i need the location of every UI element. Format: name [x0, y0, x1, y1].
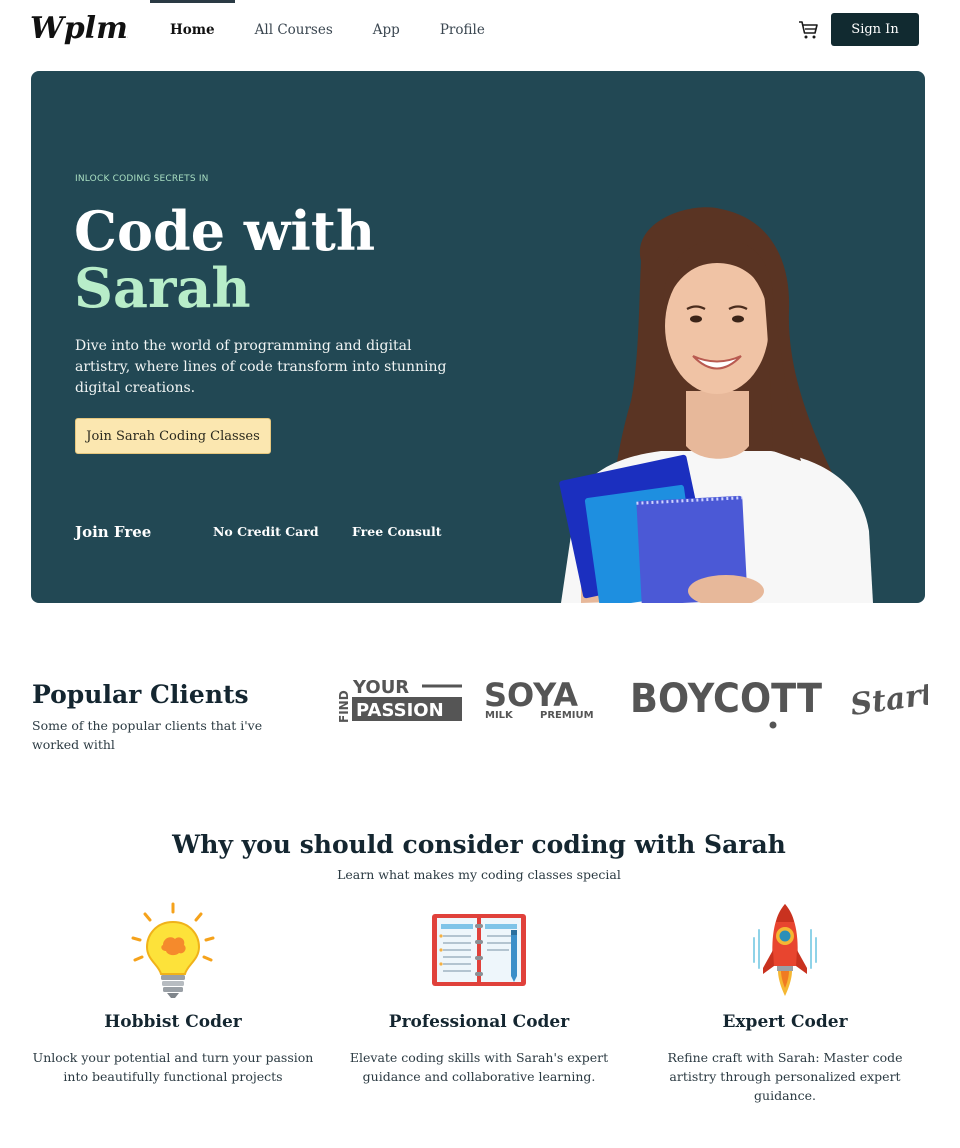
cart-icon[interactable] — [798, 20, 820, 40]
nav-profile[interactable]: Profile — [420, 0, 505, 60]
svg-text:PREMIUM: PREMIUM — [540, 710, 594, 721]
sign-in-button[interactable]: Sign In — [831, 13, 919, 46]
rocket-icon — [753, 904, 817, 996]
why-title: Why you should consider coding with Sara… — [172, 830, 786, 859]
feature-title: Hobbist Coder — [104, 1012, 242, 1032]
hero-eyebrow: INLOCK CODING SECRETS IN — [75, 174, 209, 184]
svg-text:YOUR: YOUR — [352, 677, 409, 698]
hero-title: Code with Sarah — [74, 203, 375, 317]
nav-app[interactable]: App — [353, 0, 420, 60]
feature-title: Professional Coder — [388, 1012, 570, 1032]
nav-all-courses-label: All Courses — [254, 22, 333, 38]
svg-text:SOYA: SOYA — [484, 676, 578, 714]
feature-description: Unlock your potential and turn your pass… — [32, 1050, 314, 1084]
notebook-icon — [432, 914, 526, 986]
hero-title-line1: Code with — [74, 199, 376, 263]
hero-title-line2: Sarah — [74, 256, 251, 320]
hero-description: Dive into the world of programming and d… — [75, 338, 447, 396]
client-logo-soya: SOYA MILK PREMIUM — [484, 676, 594, 721]
svg-text:Start: Start — [848, 677, 928, 722]
client-logo-start: Start — [848, 677, 928, 722]
svg-text:PASSION: PASSION — [356, 700, 444, 721]
svg-text:MILK: MILK — [485, 710, 514, 721]
lightbulb-icon — [131, 902, 215, 998]
feature-description: Refine craft with Sarah: Master code art… — [667, 1050, 903, 1103]
why-subtitle: Learn what makes my coding classes speci… — [337, 867, 621, 882]
nav-all-courses[interactable]: All Courses — [235, 0, 353, 60]
feature-professional-coder: Professional Coder Elevate coding skills… — [329, 900, 629, 1086]
main-nav: Home All Courses App Profile — [150, 0, 505, 60]
perk-no-credit-card: No Credit Card — [213, 524, 319, 539]
svg-text:Wplms: Wplms — [30, 11, 128, 46]
perk-join-free: Join Free — [75, 523, 152, 541]
nav-home-label: Home — [170, 22, 215, 38]
instructor-photo — [559, 207, 873, 603]
join-classes-button[interactable]: Join Sarah Coding Classes — [75, 418, 271, 454]
nav-profile-label: Profile — [439, 22, 485, 38]
site-header: Wplms Home All Courses App Profile Sign … — [0, 0, 960, 60]
nav-app-label: App — [372, 22, 400, 38]
svg-text:BOYCOTT: BOYCOTT — [630, 676, 823, 722]
clients-title: Popular Clients — [32, 680, 249, 709]
client-logo-find-your-passion: FIND YOUR PASSION — [337, 677, 462, 723]
feature-title: Expert Coder — [722, 1012, 848, 1032]
svg-text:FIND: FIND — [337, 690, 351, 723]
feature-expert-coder: Expert Coder Refine craft with Sarah: Ma… — [635, 900, 935, 1105]
hero-banner: INLOCK CODING SECRETS IN Code with Sarah… — [31, 71, 925, 603]
wplms-logo[interactable]: Wplms — [30, 4, 128, 52]
clients-subtitle: Some of the popular clients that i've wo… — [32, 718, 263, 752]
client-logo-boycott: BOYCOTT — [630, 676, 823, 729]
perk-free-consult: Free Consult — [352, 524, 442, 539]
feature-hobbist-coder: Hobbist Coder Unlock your potential and … — [23, 900, 323, 1086]
nav-home[interactable]: Home — [150, 0, 235, 60]
feature-description: Elevate coding skills with Sarah's exper… — [349, 1050, 609, 1084]
